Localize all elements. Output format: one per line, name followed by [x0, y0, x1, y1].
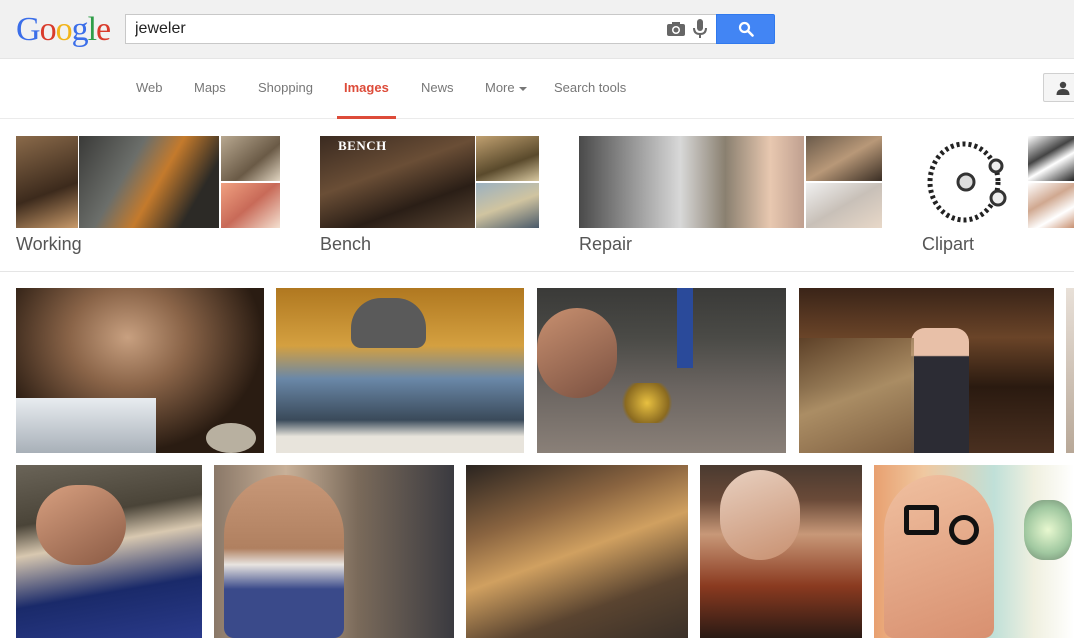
tab-shopping[interactable]: Shopping [258, 80, 313, 119]
related-categories: Working BENCH Bench Repair Clipart [0, 119, 1074, 272]
category-thumbnail [476, 136, 539, 181]
category-thumbnail [221, 183, 280, 228]
search-input[interactable] [135, 19, 655, 39]
category-thumbnail [476, 183, 539, 228]
logo-letter: o [55, 11, 73, 48]
category-thumbnails [579, 136, 882, 228]
chevron-down-icon [518, 86, 527, 91]
search-tools-button[interactable]: Search tools [554, 80, 626, 119]
category-thumbnail [221, 136, 280, 181]
tab-maps[interactable]: Maps [194, 80, 226, 119]
image-result[interactable] [16, 288, 264, 453]
tab-more-label: More [485, 80, 515, 95]
search-nav-bar: Web Maps Shopping Images News More Searc… [0, 59, 1074, 119]
camera-icon[interactable] [666, 21, 686, 37]
search-icon [738, 21, 754, 37]
tab-news[interactable]: News [421, 80, 454, 119]
microphone-icon[interactable] [693, 19, 707, 39]
category-repair[interactable]: Repair [579, 136, 882, 254]
top-bar: Google [0, 0, 1074, 59]
category-label: Bench [320, 234, 372, 254]
search-box[interactable] [125, 14, 716, 44]
category-clipart[interactable]: Clipart [922, 136, 1074, 254]
logo-letter: G [16, 11, 41, 48]
category-thumbnail [806, 136, 882, 181]
bench-logo-text: BENCH [338, 138, 387, 153]
category-thumbnail [922, 136, 1026, 228]
tab-images[interactable]: Images [337, 80, 396, 119]
category-label: Clipart [922, 234, 975, 254]
category-thumbnails: BENCH [320, 136, 539, 228]
google-logo[interactable]: Google [16, 11, 111, 48]
logo-letter: o [39, 11, 57, 48]
account-icon [1056, 81, 1070, 95]
image-result[interactable] [799, 288, 1054, 453]
category-thumbnail [806, 183, 882, 228]
logo-letter: l [87, 11, 98, 48]
tab-more[interactable]: More [485, 80, 527, 119]
image-result[interactable] [537, 288, 786, 453]
category-thumbnails [16, 136, 280, 228]
pearl-necklace-icon [927, 141, 1007, 223]
category-thumbnail [1028, 136, 1074, 181]
image-result[interactable] [466, 465, 688, 638]
logo-letter: g [71, 11, 89, 48]
category-thumbnail [16, 136, 78, 228]
image-result[interactable] [874, 465, 1074, 638]
category-label: Working [16, 234, 82, 254]
image-result[interactable] [214, 465, 454, 638]
category-thumbnail [1028, 183, 1074, 228]
category-label: Repair [579, 234, 633, 254]
image-result[interactable] [16, 465, 202, 638]
image-results-grid [0, 272, 1074, 638]
category-bench[interactable]: BENCH Bench [320, 136, 539, 254]
category-thumbnail: BENCH [320, 136, 475, 228]
category-thumbnails [922, 136, 1074, 228]
tab-web[interactable]: Web [136, 80, 163, 119]
logo-letter: e [96, 11, 111, 48]
image-result[interactable] [1066, 288, 1074, 453]
category-working[interactable]: Working [16, 136, 280, 254]
image-result[interactable] [700, 465, 862, 638]
category-thumbnail [79, 136, 219, 228]
account-button[interactable] [1043, 73, 1074, 102]
search-button[interactable] [716, 14, 775, 44]
image-result[interactable] [276, 288, 524, 453]
category-thumbnail [579, 136, 804, 228]
